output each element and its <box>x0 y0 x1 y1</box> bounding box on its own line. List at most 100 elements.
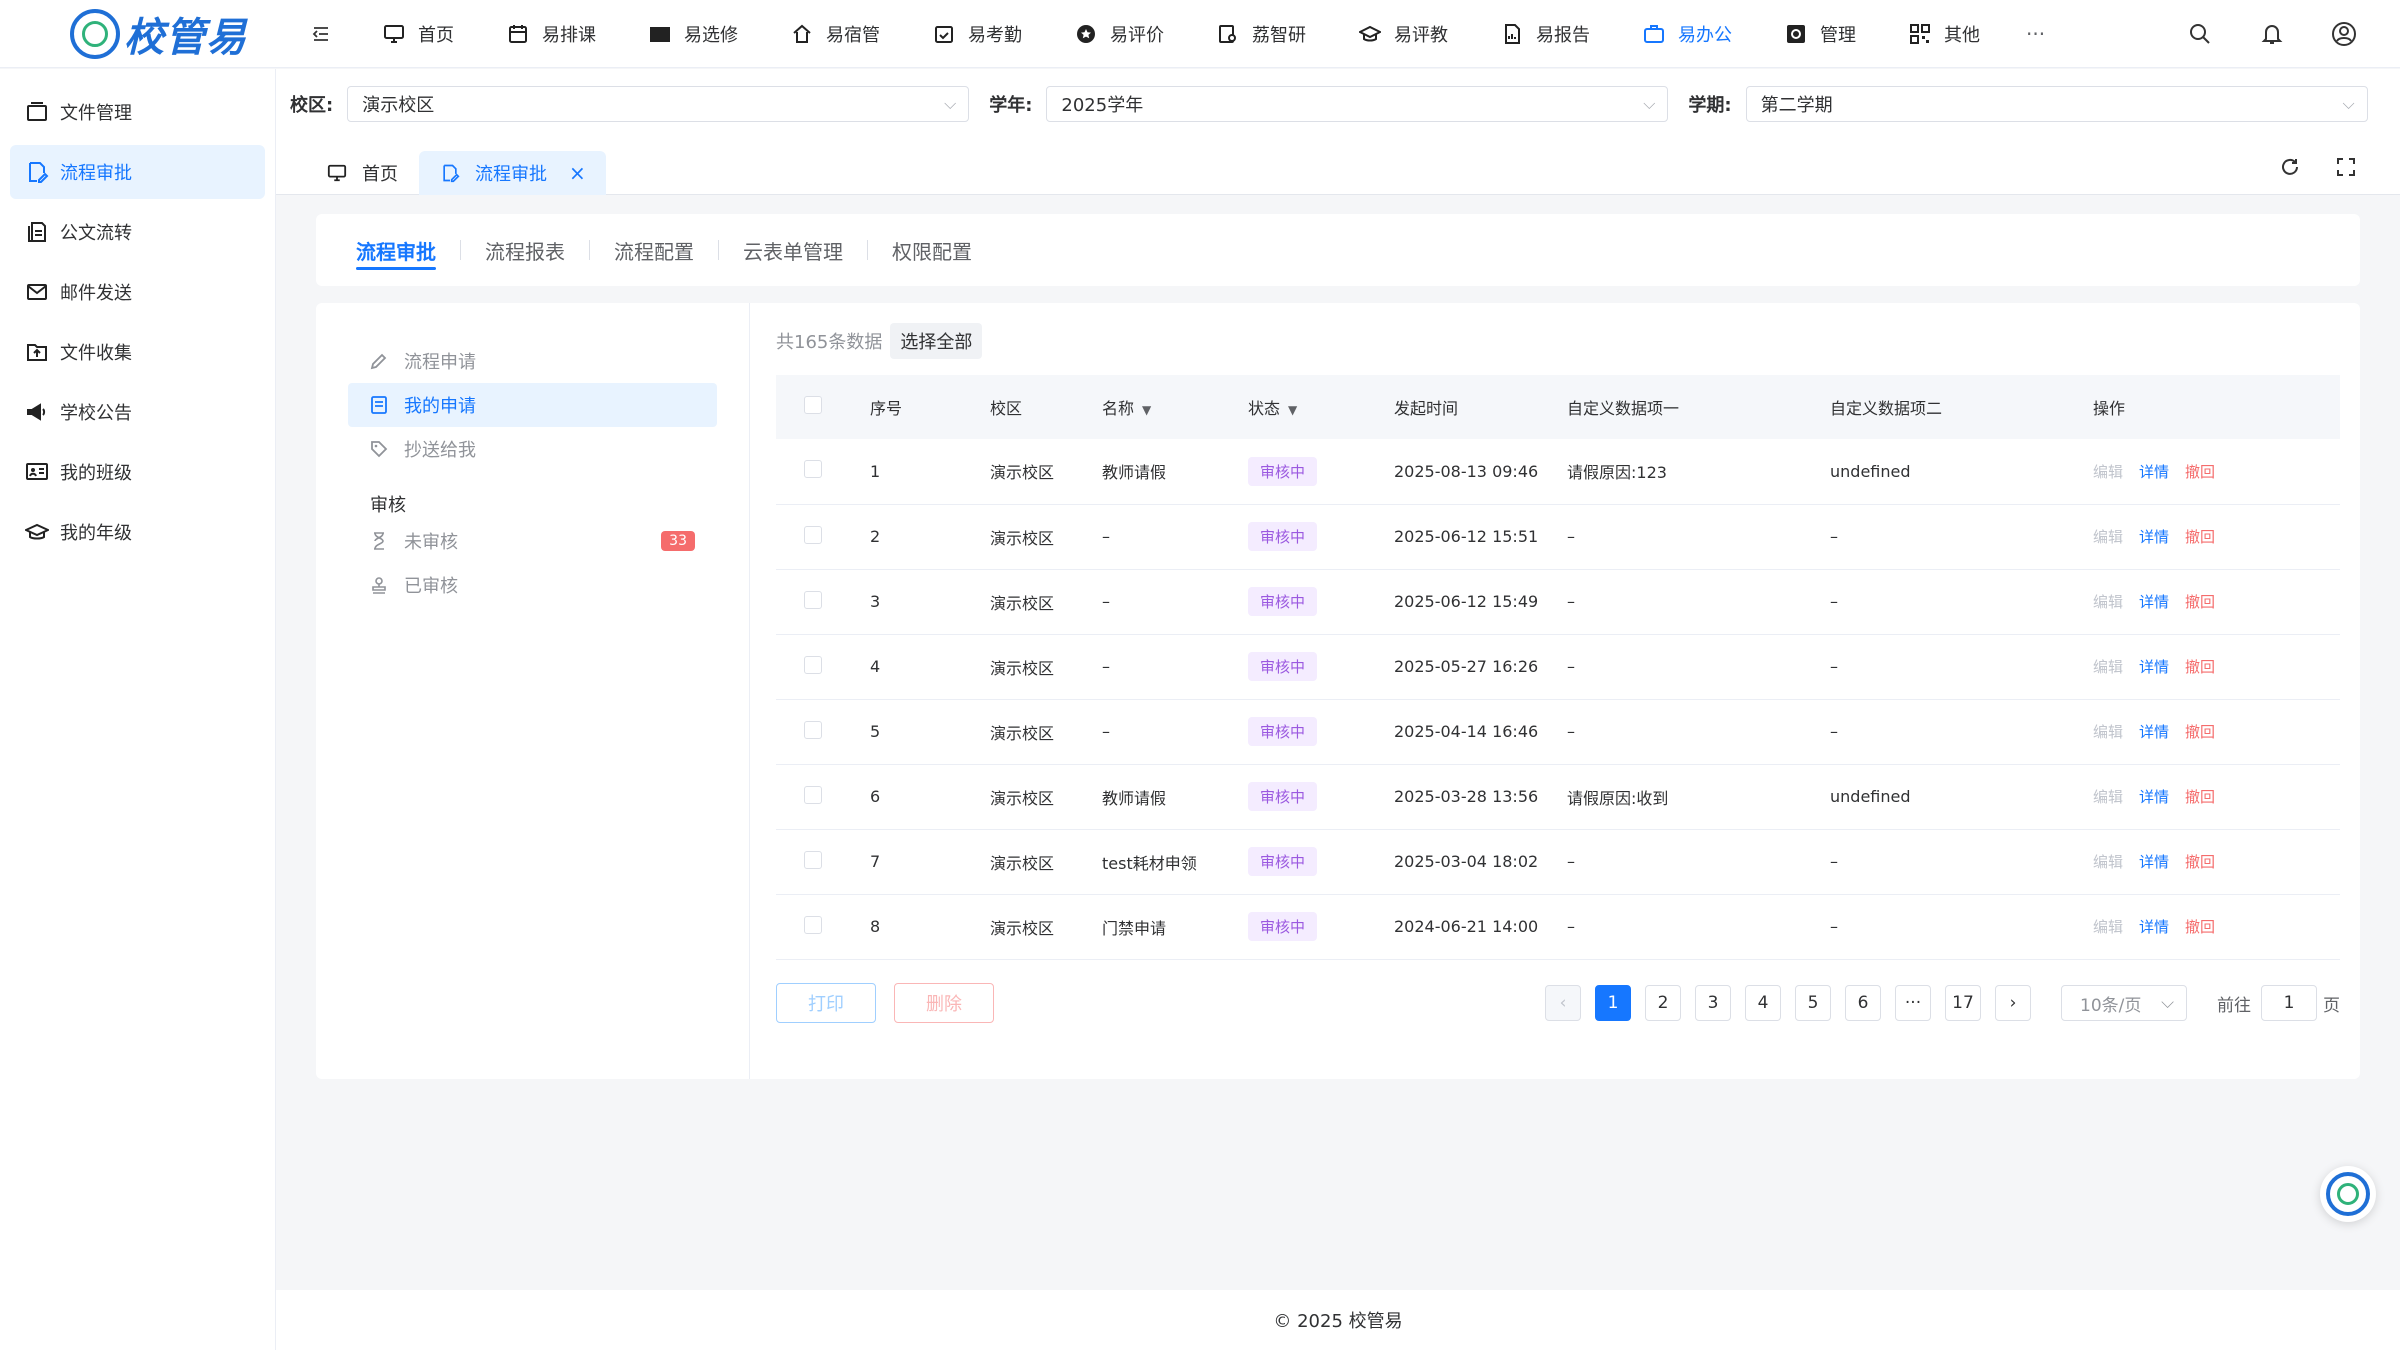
page-button[interactable]: 5 <box>1795 985 1831 1021</box>
briefcase-icon <box>1642 22 1666 46</box>
row-checkbox[interactable] <box>804 850 822 869</box>
cell-status: 审核中 <box>1248 569 1394 634</box>
sidebar-item-my-class[interactable]: 我的班级 <box>10 445 265 499</box>
edit-link[interactable]: 编辑 <box>2093 723 2123 741</box>
nav-item-schedule[interactable]: 易排课 <box>480 0 622 68</box>
goto-page-input[interactable]: 1 <box>2261 985 2317 1021</box>
app-logo[interactable]: 校管易 <box>0 0 276 68</box>
row-checkbox[interactable] <box>804 590 822 609</box>
detail-link[interactable]: 详情 <box>2139 658 2169 676</box>
nav-item-evaluate[interactable]: 易评价 <box>1048 0 1190 68</box>
collapse-menu-icon[interactable] <box>306 19 336 49</box>
edit-link[interactable]: 编辑 <box>2093 528 2123 546</box>
subtab-report[interactable]: 流程报表 <box>461 214 589 286</box>
nav-more-button[interactable]: ··· <box>2006 22 2065 46</box>
subtab-cloud-form[interactable]: 云表单管理 <box>719 214 867 286</box>
nav-item-other[interactable]: 其他 <box>1882 0 2006 68</box>
detail-link[interactable]: 详情 <box>2139 528 2169 546</box>
row-checkbox[interactable] <box>804 785 822 804</box>
print-button[interactable]: 打印 <box>776 983 876 1023</box>
revoke-link[interactable]: 撤回 <box>2185 658 2215 676</box>
campus-select[interactable]: 演示校区 ⌵ <box>347 86 970 122</box>
select-all-button[interactable]: 选择全部 <box>890 323 983 359</box>
refresh-icon[interactable] <box>2276 153 2304 181</box>
select-all-checkbox[interactable] <box>804 396 822 414</box>
edit-link[interactable]: 编辑 <box>2093 788 2123 806</box>
revoke-link[interactable]: 撤回 <box>2185 788 2215 806</box>
revoke-link[interactable]: 撤回 <box>2185 723 2215 741</box>
page-ellipsis-button[interactable]: ··· <box>1895 985 1931 1021</box>
hourglass-icon <box>368 530 390 552</box>
menu-my-application[interactable]: 我的申请 <box>348 383 717 427</box>
row-checkbox[interactable] <box>804 655 822 674</box>
nav-item-report[interactable]: 易报告 <box>1474 0 1616 68</box>
delete-button[interactable]: 删除 <box>894 983 994 1023</box>
menu-apply[interactable]: 流程申请 <box>348 339 717 383</box>
floating-assistant-button[interactable] <box>2320 1166 2376 1222</box>
revoke-link[interactable]: 撤回 <box>2185 918 2215 936</box>
sidebar-item-approval[interactable]: 流程审批 <box>10 145 265 199</box>
edit-link[interactable]: 编辑 <box>2093 658 2123 676</box>
detail-link[interactable]: 详情 <box>2139 853 2169 871</box>
row-checkbox[interactable] <box>804 525 822 544</box>
nav-item-teach-eval[interactable]: 易评教 <box>1332 0 1474 68</box>
nav-item-attendance[interactable]: 易考勤 <box>906 0 1048 68</box>
year-select[interactable]: 2025学年 ⌵ <box>1046 86 1669 122</box>
menu-cc-me[interactable]: 抄送给我 <box>348 427 717 471</box>
sidebar-item-collect[interactable]: 文件收集 <box>10 325 265 379</box>
detail-link[interactable]: 详情 <box>2139 463 2169 481</box>
search-icon[interactable] <box>2184 18 2216 50</box>
sidebar-item-my-grade[interactable]: 我的年级 <box>10 505 265 559</box>
column-header-status[interactable]: 状态 ▼ <box>1248 375 1394 439</box>
tab-home[interactable]: 首页 <box>306 151 418 195</box>
edit-link[interactable]: 编辑 <box>2093 918 2123 936</box>
bell-icon[interactable] <box>2256 18 2288 50</box>
nav-item-home[interactable]: 首页 <box>356 0 480 68</box>
page-button[interactable]: 3 <box>1695 985 1731 1021</box>
edit-link[interactable]: 编辑 <box>2093 463 2123 481</box>
status-badge: 审核中 <box>1248 522 1318 551</box>
term-select[interactable]: 第二学期 ⌵ <box>1745 86 2368 122</box>
nav-item-research[interactable]: 荔智研 <box>1190 0 1332 68</box>
nav-item-dorm[interactable]: 易宿管 <box>764 0 906 68</box>
revoke-link[interactable]: 撤回 <box>2185 528 2215 546</box>
detail-link[interactable]: 详情 <box>2139 593 2169 611</box>
revoke-link[interactable]: 撤回 <box>2185 593 2215 611</box>
page-size-select[interactable]: 10条/页 ⌵ <box>2061 985 2187 1021</box>
sidebar-item-documents[interactable]: 公文流转 <box>10 205 265 259</box>
menu-pending-review[interactable]: 未审核 33 <box>348 519 717 563</box>
sidebar-item-notice[interactable]: 学校公告 <box>10 385 265 439</box>
next-page-button[interactable]: › <box>1995 985 2031 1021</box>
close-icon[interactable]: × <box>569 161 586 185</box>
revoke-link[interactable]: 撤回 <box>2185 463 2215 481</box>
subtab-permission[interactable]: 权限配置 <box>868 214 996 286</box>
revoke-link[interactable]: 撤回 <box>2185 853 2215 871</box>
nav-item-elective[interactable]: 易选修 <box>622 0 764 68</box>
column-header-name[interactable]: 名称 ▼ <box>1102 375 1248 439</box>
sidebar-item-mail[interactable]: 邮件发送 <box>10 265 265 319</box>
page-button[interactable]: 2 <box>1645 985 1681 1021</box>
subtab-config[interactable]: 流程配置 <box>590 214 718 286</box>
detail-link[interactable]: 详情 <box>2139 723 2169 741</box>
fullscreen-icon[interactable] <box>2332 153 2360 181</box>
table-row: 3 演示校区 – 审核中 2025-06-12 15:49 – – 编辑 详情 撤回 <box>776 569 2340 634</box>
detail-link[interactable]: 详情 <box>2139 788 2169 806</box>
page-button[interactable]: 6 <box>1845 985 1881 1021</box>
page-button[interactable]: 17 <box>1945 985 1981 1021</box>
menu-reviewed[interactable]: 已审核 <box>348 563 717 607</box>
row-checkbox[interactable] <box>804 915 822 934</box>
subtab-approval[interactable]: 流程审批 <box>340 214 460 286</box>
page-button[interactable]: 4 <box>1745 985 1781 1021</box>
edit-link[interactable]: 编辑 <box>2093 853 2123 871</box>
tab-approval[interactable]: 流程审批 × <box>419 151 606 195</box>
row-checkbox[interactable] <box>804 720 822 739</box>
row-checkbox[interactable] <box>804 460 822 479</box>
user-avatar-icon[interactable] <box>2328 18 2360 50</box>
detail-link[interactable]: 详情 <box>2139 918 2169 936</box>
prev-page-button[interactable]: ‹ <box>1545 985 1581 1021</box>
nav-item-manage[interactable]: 管理 <box>1758 0 1882 68</box>
edit-link[interactable]: 编辑 <box>2093 593 2123 611</box>
page-button[interactable]: 1 <box>1595 985 1631 1021</box>
nav-item-office[interactable]: 易办公 <box>1616 0 1758 68</box>
sidebar-item-files[interactable]: 文件管理 <box>10 85 265 139</box>
